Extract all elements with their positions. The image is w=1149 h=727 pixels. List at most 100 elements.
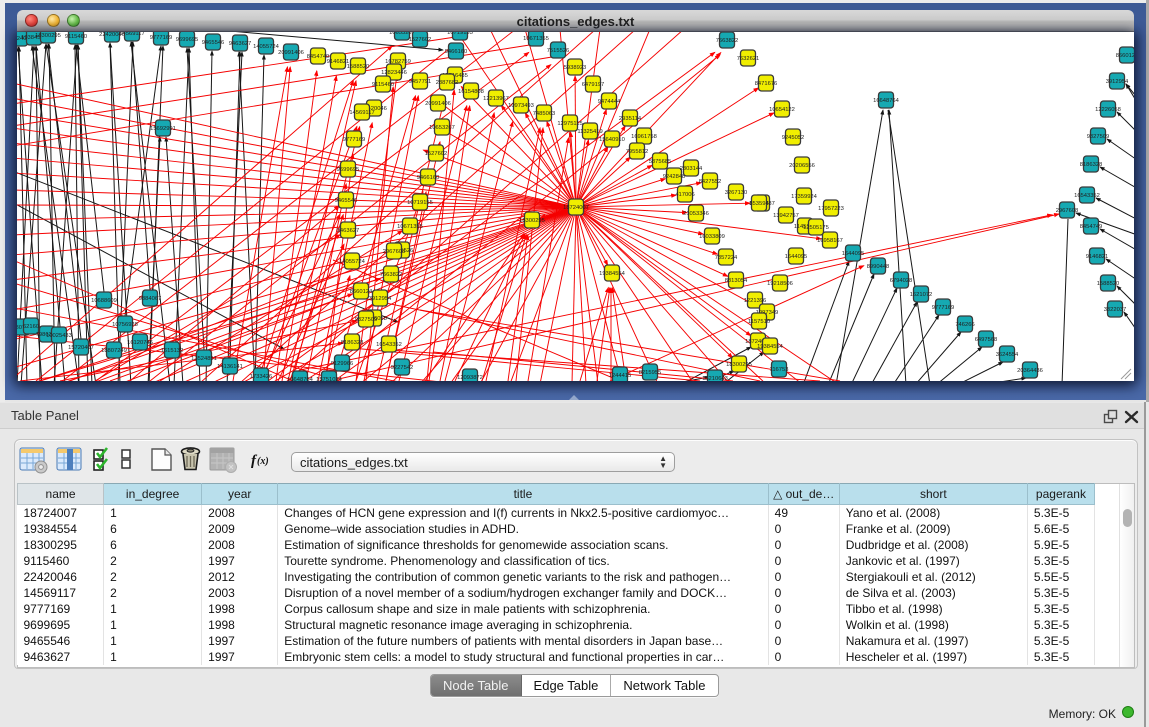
svg-text:16154808: 16154808 [458, 89, 484, 95]
svg-text:7632621: 7632621 [737, 56, 760, 62]
svg-text:9146821: 9146821 [1086, 254, 1109, 260]
svg-text:9327509: 9327509 [355, 317, 378, 323]
svg-text:15751024: 15751024 [316, 377, 343, 381]
svg-text:7515526: 7515526 [547, 48, 570, 54]
svg-text:746266: 746266 [955, 322, 974, 328]
svg-text:9884067: 9884067 [139, 296, 162, 302]
svg-text:10025433: 10025433 [46, 333, 72, 339]
svg-text:853594: 853594 [749, 201, 769, 207]
svg-text:16543352: 16543352 [1074, 193, 1100, 199]
svg-text:1527602: 1527602 [425, 151, 448, 157]
svg-text:1244415: 1244415 [609, 373, 632, 379]
svg-text:16033809: 16033809 [699, 234, 725, 240]
svg-text:15720407: 15720407 [68, 345, 94, 351]
svg-text:2967608: 2967608 [383, 249, 406, 255]
svg-text:3267130: 3267130 [725, 190, 748, 196]
svg-text:417006: 417006 [675, 192, 694, 198]
svg-text:8215955: 8215955 [639, 370, 662, 376]
svg-text:13942757: 13942757 [773, 213, 799, 219]
svg-text:12823446: 12823446 [381, 70, 407, 76]
svg-text:8813054: 8813054 [725, 278, 748, 284]
svg-text:17957223: 17957223 [818, 206, 844, 212]
svg-text:9777169: 9777169 [932, 305, 955, 311]
svg-text:10688609: 10688609 [91, 298, 117, 304]
svg-text:15640910: 15640910 [599, 137, 625, 143]
svg-text:2803144: 2803144 [680, 166, 703, 172]
svg-text:20991406: 20991406 [425, 101, 451, 107]
svg-text:10653267: 10653267 [429, 125, 455, 131]
svg-text:14569117: 14569117 [119, 32, 144, 37]
svg-text:1621072: 1621072 [910, 292, 933, 298]
svg-text:3912954: 3912954 [369, 296, 392, 302]
svg-text:9115460: 9115460 [65, 34, 87, 40]
svg-text:9699695: 9699695 [176, 37, 199, 43]
svg-text:10671355: 10671355 [523, 36, 549, 42]
svg-text:20991406: 20991406 [278, 50, 304, 56]
svg-text:21053346: 21053346 [683, 211, 709, 217]
svg-text:3624554: 3624554 [996, 352, 1019, 358]
svg-text:16958167: 16958167 [817, 238, 843, 244]
svg-text:8454749: 8454749 [1080, 224, 1103, 230]
svg-text:5875685: 5875685 [649, 159, 672, 165]
svg-text:1733426: 1733426 [250, 374, 273, 380]
svg-text:16961758: 16961758 [631, 134, 657, 140]
svg-text:18300295: 18300295 [519, 218, 545, 224]
svg-text:9129966: 9129966 [331, 361, 354, 367]
svg-text:9777169: 9777169 [343, 137, 366, 143]
svg-text:8186328: 8186328 [341, 340, 364, 346]
svg-text:9242848: 9242848 [663, 174, 686, 180]
svg-text:8990448: 8990448 [867, 264, 890, 270]
svg-text:7357224: 7357224 [715, 255, 738, 261]
svg-text:15692991: 15692991 [150, 126, 176, 132]
svg-text:10973493: 10973493 [508, 103, 534, 109]
svg-text:14055724: 14055724 [339, 259, 366, 265]
svg-text:1527602: 1527602 [409, 37, 432, 43]
svg-text:9327509: 9327509 [1087, 134, 1110, 140]
svg-text:5938923: 5938923 [564, 65, 587, 71]
svg-text:8660124: 8660124 [350, 289, 373, 295]
svg-text:9466160: 9466160 [417, 175, 440, 181]
svg-text:9463627: 9463627 [229, 41, 252, 47]
svg-text:11325419: 11325419 [577, 129, 602, 135]
svg-text:10756928: 10756928 [112, 322, 138, 328]
svg-text:18300295: 18300295 [35, 33, 61, 39]
svg-text:16210643: 16210643 [702, 376, 728, 381]
svg-text:12093872: 12093872 [457, 375, 483, 381]
svg-text:20364436: 20364436 [1017, 368, 1043, 374]
svg-text:9466160: 9466160 [445, 49, 468, 55]
svg-text:19384554: 19384554 [757, 344, 784, 350]
svg-text:12975115: 12975115 [557, 121, 582, 127]
svg-text:62160: 62160 [23, 324, 39, 330]
svg-text:9777169: 9777169 [150, 35, 173, 41]
svg-text:16648764: 16648764 [873, 98, 900, 104]
svg-text:10671355: 10671355 [397, 224, 423, 230]
svg-text:9463627: 9463627 [337, 228, 360, 234]
svg-text:9465546: 9465546 [202, 40, 225, 46]
svg-text:7955812: 7955812 [626, 149, 649, 155]
svg-text:10653267: 10653267 [389, 32, 415, 36]
svg-text:1588520: 1588520 [1097, 281, 1120, 287]
svg-text:1157510: 1157510 [748, 319, 770, 325]
svg-text:1588520: 1588520 [347, 64, 370, 70]
svg-text:10719155: 10719155 [407, 200, 433, 206]
svg-text:12213967: 12213967 [483, 96, 509, 102]
svg-text:20206556: 20206556 [789, 163, 815, 169]
svg-text:1615132: 1615132 [161, 348, 184, 354]
svg-text:18300295: 18300295 [726, 362, 752, 368]
svg-text:9699695: 9699695 [337, 167, 360, 173]
svg-text:2887682: 2887682 [436, 80, 459, 86]
svg-text:9465546: 9465546 [335, 198, 358, 204]
svg-text:1221396: 1221396 [744, 298, 767, 304]
svg-text:17359924: 17359924 [791, 194, 818, 200]
svg-text:8186328: 8186328 [1080, 162, 1103, 168]
svg-text:2935114: 2935114 [619, 116, 642, 122]
svg-text:2967608: 2967608 [1056, 208, 1079, 214]
svg-text:14055724: 14055724 [253, 44, 280, 50]
svg-text:10654122: 10654122 [769, 107, 795, 113]
svg-text:14569117: 14569117 [349, 110, 374, 116]
svg-text:12505175: 12505175 [803, 225, 829, 231]
svg-text:19384554: 19384554 [599, 271, 626, 277]
svg-text:16543352: 16543352 [376, 342, 402, 348]
svg-text:1644095: 1644095 [842, 251, 865, 257]
svg-text:8471676: 8471676 [755, 81, 778, 87]
